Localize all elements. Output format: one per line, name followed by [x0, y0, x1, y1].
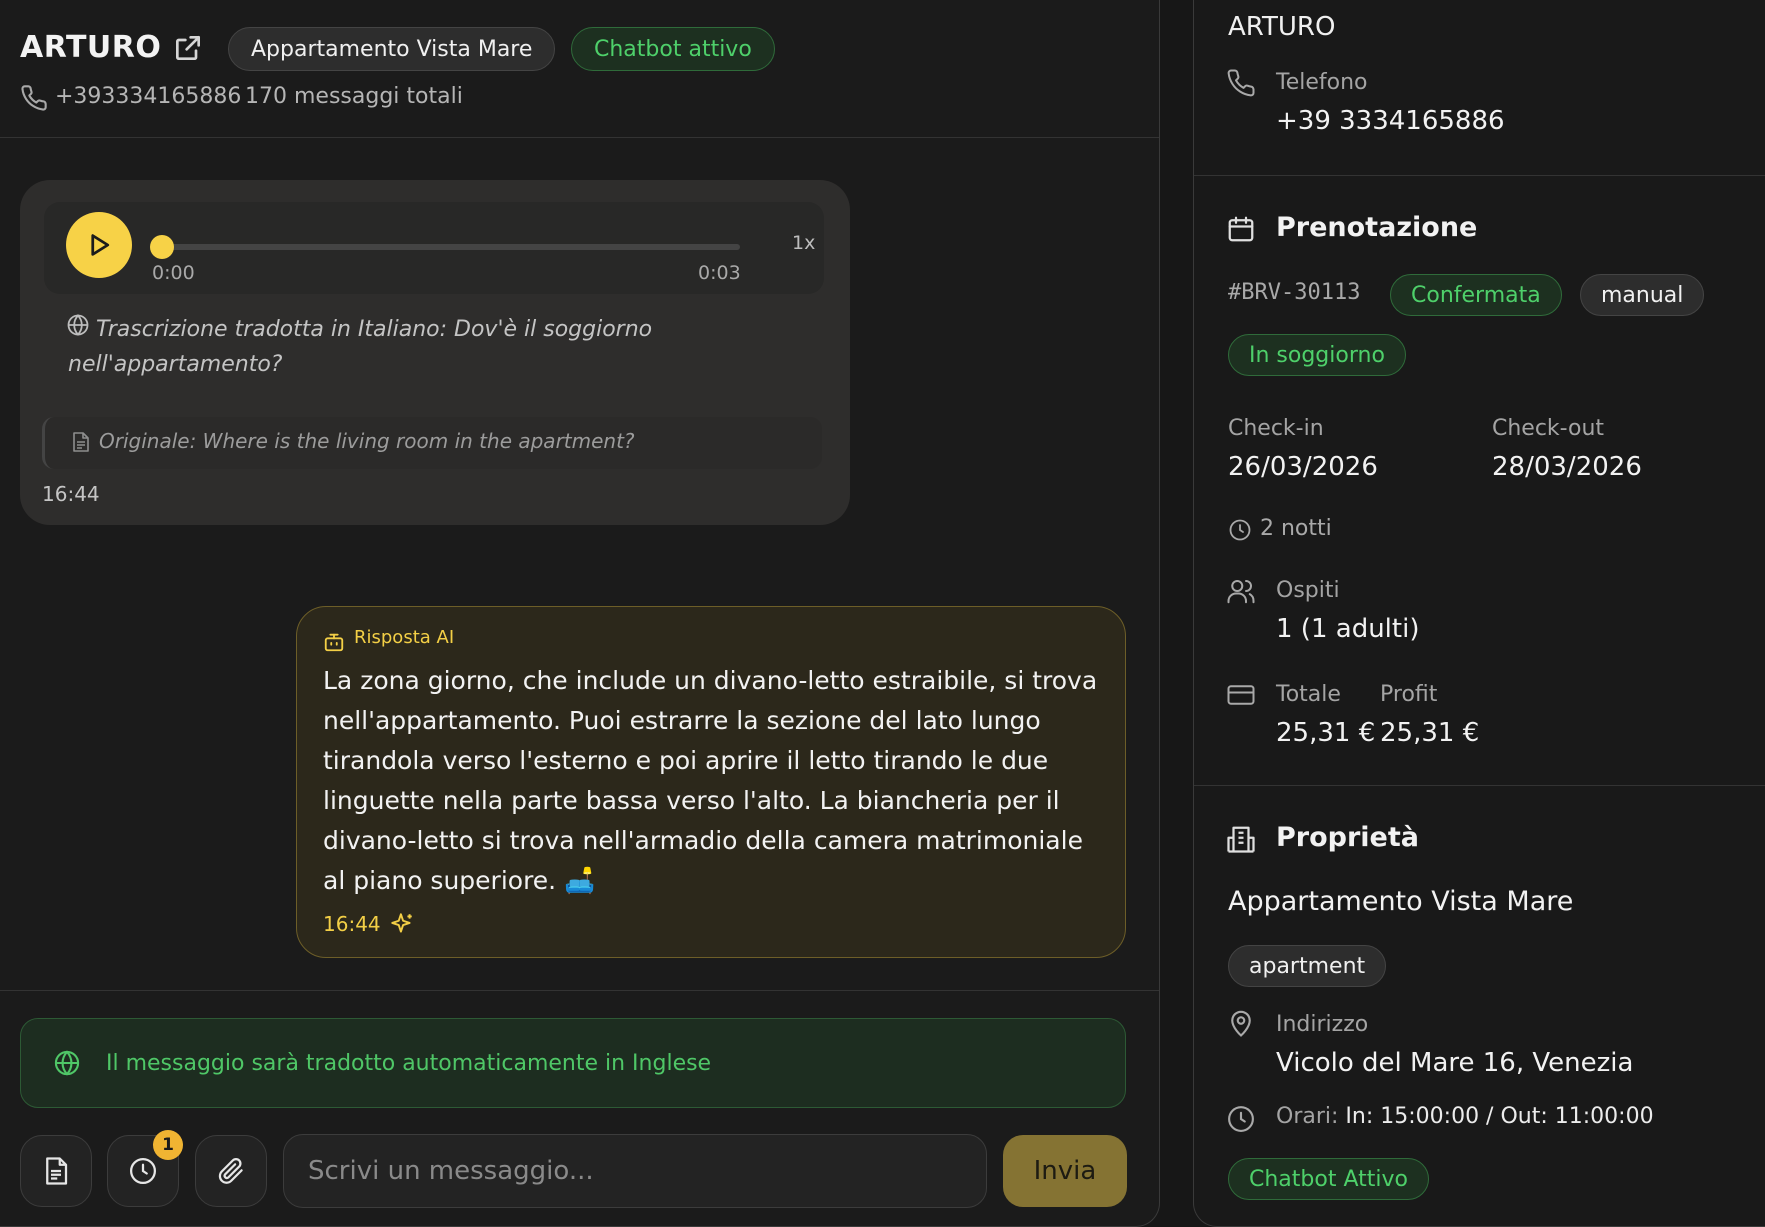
- clock-icon: [1228, 518, 1252, 542]
- phone-value[interactable]: +39 3334165886: [1276, 106, 1505, 136]
- external-link-icon[interactable]: [172, 32, 204, 64]
- address-value: Vicolo del Mare 16, Venezia: [1276, 1048, 1634, 1078]
- composer-divider: [0, 990, 1159, 991]
- section-divider: [1194, 785, 1765, 786]
- original-text: Originale: Where is the living room in t…: [99, 429, 635, 453]
- property-chatbot-chip: Chatbot Attivo: [1228, 1158, 1429, 1200]
- transcription-text: Trascrizione tradotta in Italiano: Dov'è…: [68, 317, 653, 377]
- play-button[interactable]: [66, 212, 132, 278]
- original-text-box: Originale: Where is the living room in t…: [42, 417, 822, 469]
- document-icon: [46, 1157, 68, 1185]
- checkout-label: Check-out: [1492, 416, 1605, 441]
- playback-speed-button[interactable]: 1x: [792, 232, 815, 254]
- clock-icon: [1226, 1104, 1256, 1134]
- booking-title: Prenotazione: [1276, 212, 1478, 243]
- translation-notice-text: Il messaggio sarà tradotto automaticamen…: [106, 1051, 712, 1076]
- message-time: 16:44: [42, 482, 100, 506]
- checkin-value: 26/03/2026: [1228, 452, 1378, 482]
- contact-sidebar: ARTURO Telefono +39 3334165886 Prenotazi…: [1193, 0, 1765, 1227]
- robot-icon: [323, 631, 345, 653]
- property-name: Appartamento Vista Mare: [1228, 886, 1574, 917]
- profit-value: 25,31 €: [1380, 718, 1480, 748]
- booking-source-chip: manual: [1580, 274, 1705, 316]
- play-icon: [91, 234, 110, 256]
- hours-value: In: 15:00:00 / Out: 11:00:00: [1345, 1104, 1654, 1129]
- chat-header: ARTURO Appartamento Vista Mare Chatbot a…: [0, 0, 1159, 138]
- message-time: 16:44: [323, 912, 381, 936]
- chat-panel: ARTURO Appartamento Vista Mare Chatbot a…: [0, 0, 1160, 1227]
- transcription: Trascrizione tradotta in Italiano: Dov'è…: [44, 306, 824, 386]
- total-label: Totale: [1276, 682, 1341, 707]
- building-icon: [1226, 824, 1256, 854]
- checkin-label: Check-in: [1228, 416, 1324, 441]
- total-value: 25,31 €: [1276, 718, 1376, 748]
- section-divider: [1194, 175, 1765, 176]
- audio-progress-handle[interactable]: [150, 235, 174, 259]
- audio-duration: 0:03: [698, 262, 741, 284]
- ai-response-message: Risposta AI La zona giorno, che include …: [296, 606, 1126, 958]
- templates-button[interactable]: [20, 1135, 92, 1207]
- ai-response-label: Risposta AI: [354, 627, 455, 648]
- stay-status-chip: In soggiorno: [1228, 334, 1406, 376]
- scheduled-count-badge: 1: [153, 1130, 183, 1160]
- credit-card-icon: [1226, 680, 1256, 710]
- nights-count: 2 notti: [1260, 516, 1332, 541]
- audio-player: 0:00 0:03 1x: [44, 202, 824, 294]
- guests-label: Ospiti: [1276, 578, 1340, 603]
- clock-icon: [130, 1158, 156, 1184]
- attach-button[interactable]: [195, 1135, 267, 1207]
- property-chip[interactable]: Appartamento Vista Mare: [228, 27, 556, 71]
- audio-current-time: 0:00: [152, 262, 195, 284]
- booking-code: #BRV-30113: [1228, 280, 1361, 305]
- hours-label: Orari:: [1276, 1104, 1339, 1129]
- send-button[interactable]: Invia: [1003, 1135, 1127, 1207]
- paperclip-icon: [218, 1157, 243, 1184]
- users-icon: [1226, 576, 1256, 606]
- address-label: Indirizzo: [1276, 1012, 1369, 1037]
- ai-response-text: La zona giorno, che include un divano-le…: [323, 666, 1098, 895]
- document-icon: [71, 431, 91, 453]
- phone-icon: [1226, 68, 1256, 98]
- guest-name: ARTURO: [1228, 12, 1336, 42]
- contact-phone: +393334165886: [55, 84, 242, 109]
- phone-icon: [20, 84, 48, 112]
- incoming-voice-message: 0:00 0:03 1x Trascrizione tradotta in It…: [20, 180, 850, 525]
- phone-label: Telefono: [1276, 70, 1368, 95]
- checkout-value: 28/03/2026: [1492, 452, 1642, 482]
- sparkle-icon: [389, 911, 415, 937]
- contact-name: ARTURO: [20, 30, 162, 65]
- calendar-icon: [1226, 214, 1256, 244]
- audio-progress-track[interactable]: [152, 244, 740, 250]
- property-title: Proprietà: [1276, 822, 1419, 853]
- property-type-chip: apartment: [1228, 945, 1387, 987]
- message-count: 170 messaggi totali: [245, 84, 463, 109]
- globe-icon: [53, 1049, 81, 1077]
- map-pin-icon: [1226, 1008, 1256, 1038]
- chatbot-status-chip[interactable]: Chatbot attivo: [571, 27, 775, 71]
- message-input[interactable]: [283, 1134, 987, 1208]
- translation-notice: Il messaggio sarà tradotto automaticamen…: [20, 1018, 1126, 1108]
- booking-status-chip: Confermata: [1390, 274, 1562, 316]
- profit-label: Profit: [1380, 682, 1438, 707]
- property-hours: Orari: In: 15:00:00 / Out: 11:00:00: [1276, 1104, 1654, 1129]
- guests-value: 1 (1 adulti): [1276, 614, 1420, 644]
